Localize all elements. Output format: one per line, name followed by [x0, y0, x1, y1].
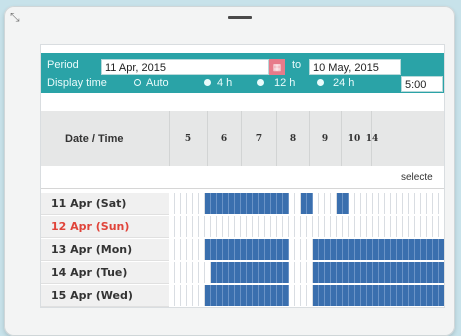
time-slots[interactable]: [169, 239, 444, 261]
column-divider: [309, 111, 310, 166]
select-row: selecte: [41, 168, 444, 189]
radio-4h[interactable]: [204, 79, 211, 86]
time-input[interactable]: 5:00: [401, 76, 443, 92]
day-label-cell: 15 Apr (Wed): [41, 285, 169, 307]
hour-header-9: 9: [321, 134, 329, 144]
calendar-icon[interactable]: ▦: [269, 59, 285, 75]
hour-header-10: 10: [347, 134, 361, 144]
day-label-cell: 13 Apr (Mon): [41, 239, 169, 261]
hour-header-14: 14: [365, 134, 379, 144]
day-row[interactable]: 14 Apr (Tue): [41, 262, 444, 284]
option-4h-label: 4 h: [217, 77, 233, 89]
day-label-cell: 11 Apr (Sat): [41, 193, 169, 215]
day-row[interactable]: 11 Apr (Sat): [41, 193, 444, 215]
display-time-label: Display time: [47, 77, 107, 89]
option-24h-label: 24 h: [333, 77, 355, 89]
hour-header-5: 5: [184, 134, 192, 144]
period-label: Period: [47, 59, 79, 71]
time-slot[interactable]: [439, 193, 444, 214]
resize-corner-icon: ⤡: [10, 10, 20, 24]
hour-header-6: 6: [220, 134, 228, 144]
time-slot[interactable]: [439, 285, 444, 306]
hour-header-7: 7: [255, 134, 263, 144]
time-slot[interactable]: [439, 262, 444, 283]
schedule-header: Date / Time 5 6 7 8 9 10 14: [41, 111, 444, 166]
time-slots[interactable]: [169, 193, 444, 215]
day-label-cell: 12 Apr (Sun): [41, 216, 169, 238]
day-row[interactable]: 12 Apr (Sun): [41, 216, 444, 238]
column-divider: [241, 111, 242, 166]
date-time-header: Date / Time: [65, 133, 124, 145]
column-divider: [341, 111, 342, 166]
radio-auto[interactable]: [134, 79, 141, 86]
column-divider: [276, 111, 277, 166]
day-label: 15 Apr (Wed): [51, 289, 133, 302]
tablet-frame: ⤡ Period 11 Apr, 2015 ▦ to 10 May, 2015 …: [4, 6, 455, 336]
day-row[interactable]: 13 Apr (Mon): [41, 239, 444, 261]
column-divider: [169, 111, 170, 166]
day-label: 13 Apr (Mon): [51, 243, 133, 256]
scheduler-screen: Period 11 Apr, 2015 ▦ to 10 May, 2015 Di…: [40, 44, 445, 308]
time-slot[interactable]: [439, 216, 444, 237]
time-slots[interactable]: [169, 216, 444, 238]
day-label: 12 Apr (Sun): [51, 220, 130, 233]
to-label: to: [292, 59, 302, 71]
select-hint: selecte: [401, 172, 433, 183]
drag-handle[interactable]: [228, 16, 252, 19]
end-date-input[interactable]: 10 May, 2015: [309, 59, 401, 75]
radio-24h[interactable]: [317, 79, 324, 86]
day-label: 14 Apr (Tue): [51, 266, 128, 279]
hour-header-8: 8: [289, 134, 297, 144]
time-slots[interactable]: [169, 285, 444, 307]
time-slots[interactable]: [169, 262, 444, 284]
day-row[interactable]: 15 Apr (Wed): [41, 285, 444, 307]
radio-12h[interactable]: [257, 79, 264, 86]
column-divider: [207, 111, 208, 166]
start-date-input[interactable]: 11 Apr, 2015: [101, 59, 269, 75]
day-label-cell: 14 Apr (Tue): [41, 262, 169, 284]
option-auto-label: Auto: [146, 77, 169, 89]
option-12h-label: 12 h: [274, 77, 296, 89]
time-slot[interactable]: [439, 239, 444, 260]
day-label: 11 Apr (Sat): [51, 197, 127, 210]
filter-bar: Period 11 Apr, 2015 ▦ to 10 May, 2015 Di…: [41, 53, 444, 93]
